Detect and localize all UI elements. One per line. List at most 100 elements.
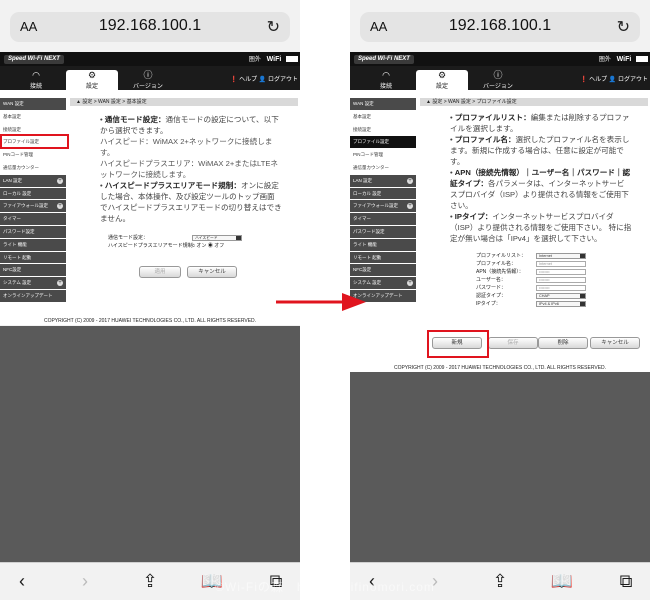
bookmarks-icon[interactable]: 📖 [550,571,574,592]
sidebar-item-local[interactable]: ローカル 設定 [350,187,416,200]
sidebar-item-basic[interactable]: 基本設定 [350,110,416,123]
sidebar-item-nfc[interactable]: NFC設定 [0,264,66,277]
tab-label: バージョン [133,84,163,90]
sidebar-item-label: システム 設定 [3,280,32,286]
expand-icon: + [57,280,63,287]
battery-icon [286,56,298,63]
description-title: 通信モード設定： [104,115,166,124]
mode-value: ハイスピード [195,236,218,240]
sidebar-item-update[interactable]: オンラインアップデート [0,289,66,302]
sidebar-item-label: パスワード設定 [3,228,35,234]
tab-version[interactable]: ⓘ バージョン [472,70,524,90]
sidebar-item-label: 接続設定 [3,126,21,132]
description-title: ハイスピードプラスエリアモード規制： [104,181,241,190]
back-icon[interactable]: ‹ [360,571,384,592]
sidebar-item-lan[interactable]: LAN 設定 + [0,174,66,187]
back-icon[interactable]: ‹ [10,571,34,592]
mode-select[interactable]: ハイスピード [192,235,242,241]
select-value: Internet [539,254,552,258]
logout-link[interactable]: ログアウト [618,77,648,83]
info-icon: ⓘ [143,70,153,80]
router-menubar: ◠ 接続 ⚙ 設定 ⓘ バージョン ❗ ヘルプ 👤 ログアウト [350,66,650,90]
sidebar-item-remote[interactable]: リモート 起動 [350,251,416,264]
tab-settings[interactable]: ⚙ 設定 [66,70,118,90]
profile-list-select[interactable]: Internet [536,253,586,259]
tabs-icon[interactable]: ⧉ [614,571,638,592]
cancel-button[interactable]: キャンセル [187,266,237,278]
sidebar-item-timer[interactable]: タイマー [350,213,416,225]
sidebar-item-label: PINコード管理 [3,152,34,158]
reload-icon[interactable]: ↻ [267,17,280,37]
expand-icon: + [407,177,413,184]
radio-on-label: オン [196,243,207,249]
tab-version[interactable]: ⓘ バージョン [122,70,174,90]
sidebar-item-counter[interactable]: 通信量カウンター [350,161,416,174]
tab-connection[interactable]: ◠ 接続 [10,70,62,90]
sidebar-item-label: システム 設定 [353,280,382,286]
sidebar-item-wan[interactable]: WAN 設定 [350,98,416,110]
sidebar-item-label: ファイアウォール設定 [3,203,48,209]
help-link[interactable]: ヘルプ [589,77,607,83]
tabs-icon[interactable]: ⧉ [264,571,288,592]
address-bar[interactable]: AA 192.168.100.1 ↻ [10,12,290,42]
cancel-label: キャンセル [198,269,226,275]
sidebar-item-wan[interactable]: WAN 設定 [0,98,66,110]
logout-link[interactable]: ログアウト [268,77,298,83]
save-button[interactable]: 保存 [488,337,538,349]
sidebar-item-pin[interactable]: PINコード管理 [350,149,416,161]
sidebar-item-password[interactable]: パスワード設定 [350,225,416,238]
sidebar-item-profile[interactable]: プロファイル設定 [350,136,416,149]
share-icon[interactable]: ⇪ [488,571,512,592]
forward-icon[interactable]: › [423,571,447,592]
help-icon[interactable]: ❗ [230,77,237,83]
auth-type-select[interactable]: CHAP [536,293,586,299]
help-icon[interactable]: ❗ [580,77,587,83]
input-value: Internet [539,262,552,266]
ip-type-select[interactable]: IPv4 & IPv6 [536,301,586,307]
forward-icon[interactable]: › [73,571,97,592]
tab-connection[interactable]: ◠ 接続 [360,70,412,90]
sidebar-item-nfc[interactable]: NFC設定 [350,264,416,277]
url-text[interactable]: 192.168.100.1 [10,17,290,35]
apn-input[interactable]: •••••••• [536,269,586,275]
sidebar-item-firewall[interactable]: ファイアウォール設定 + [0,200,66,213]
share-icon[interactable]: ⇪ [138,571,162,592]
sidebar-item-connection[interactable]: 接続設定 [350,123,416,136]
sidebar-item-basic[interactable]: 基本設定 [0,110,66,123]
sidebar-item-pin[interactable]: PINコード管理 [0,149,66,161]
username-input[interactable]: •••••••• [536,277,586,283]
sidebar-item-password[interactable]: パスワード設定 [0,225,66,238]
description-item: • 通信モード設定：通信モードの設定について、以下から選択できます。 [100,115,279,135]
delete-button[interactable]: 削除 [538,337,588,349]
reload-icon[interactable]: ↻ [617,17,630,37]
sidebar-item-lan[interactable]: LAN 設定 + [350,174,416,187]
url-text[interactable]: 192.168.100.1 [360,17,640,35]
blank-area [0,326,300,562]
password-input[interactable]: •••••••• [536,285,586,291]
address-bar[interactable]: AA 192.168.100.1 ↻ [360,12,640,42]
sidebar-item-counter[interactable]: 通信量カウンター [0,161,66,174]
sidebar-item-system[interactable]: システム 設定 + [0,277,66,289]
copyright: COPYRIGHT (C) 2009 - 2017 HUAWEI TECHNOL… [393,365,607,371]
description-item: • APN（接続先情報）｜ユーザー名｜パスワード｜認証タイプ：各パラメータは、イ… [450,168,631,210]
tab-settings[interactable]: ⚙ 設定 [416,70,468,90]
sidebar-item-label: LAN 設定 [3,177,23,183]
radio-off[interactable]: ◉ [208,243,213,249]
sidebar-item-light[interactable]: ライト 機能 [0,238,66,251]
apply-button[interactable]: 適用 [139,266,181,278]
help-link[interactable]: ヘルプ [239,77,257,83]
sidebar-item-local[interactable]: ローカル 設定 [0,187,66,200]
cancel-label: キャンセル [601,340,629,346]
sidebar-item-firewall[interactable]: ファイアウォール設定 + [350,200,416,213]
sidebar-item-timer[interactable]: タイマー [0,213,66,225]
breadcrumb: ▲ 設定 > WAN 設定 > プロファイル設定 [420,98,648,106]
bookmarks-icon[interactable]: 📖 [200,571,224,592]
sidebar-item-label: 基本設定 [3,113,21,119]
sidebar-item-light[interactable]: ライト 機能 [350,238,416,251]
cancel-button[interactable]: キャンセル [590,337,640,349]
radio-on[interactable]: ○ [192,243,195,249]
sidebar-item-remote[interactable]: リモート 起動 [0,251,66,264]
sidebar-item-label: パスワード設定 [353,228,385,234]
sidebar-item-label: リモート 起動 [3,254,32,260]
profile-name-input[interactable]: Internet [536,261,586,267]
